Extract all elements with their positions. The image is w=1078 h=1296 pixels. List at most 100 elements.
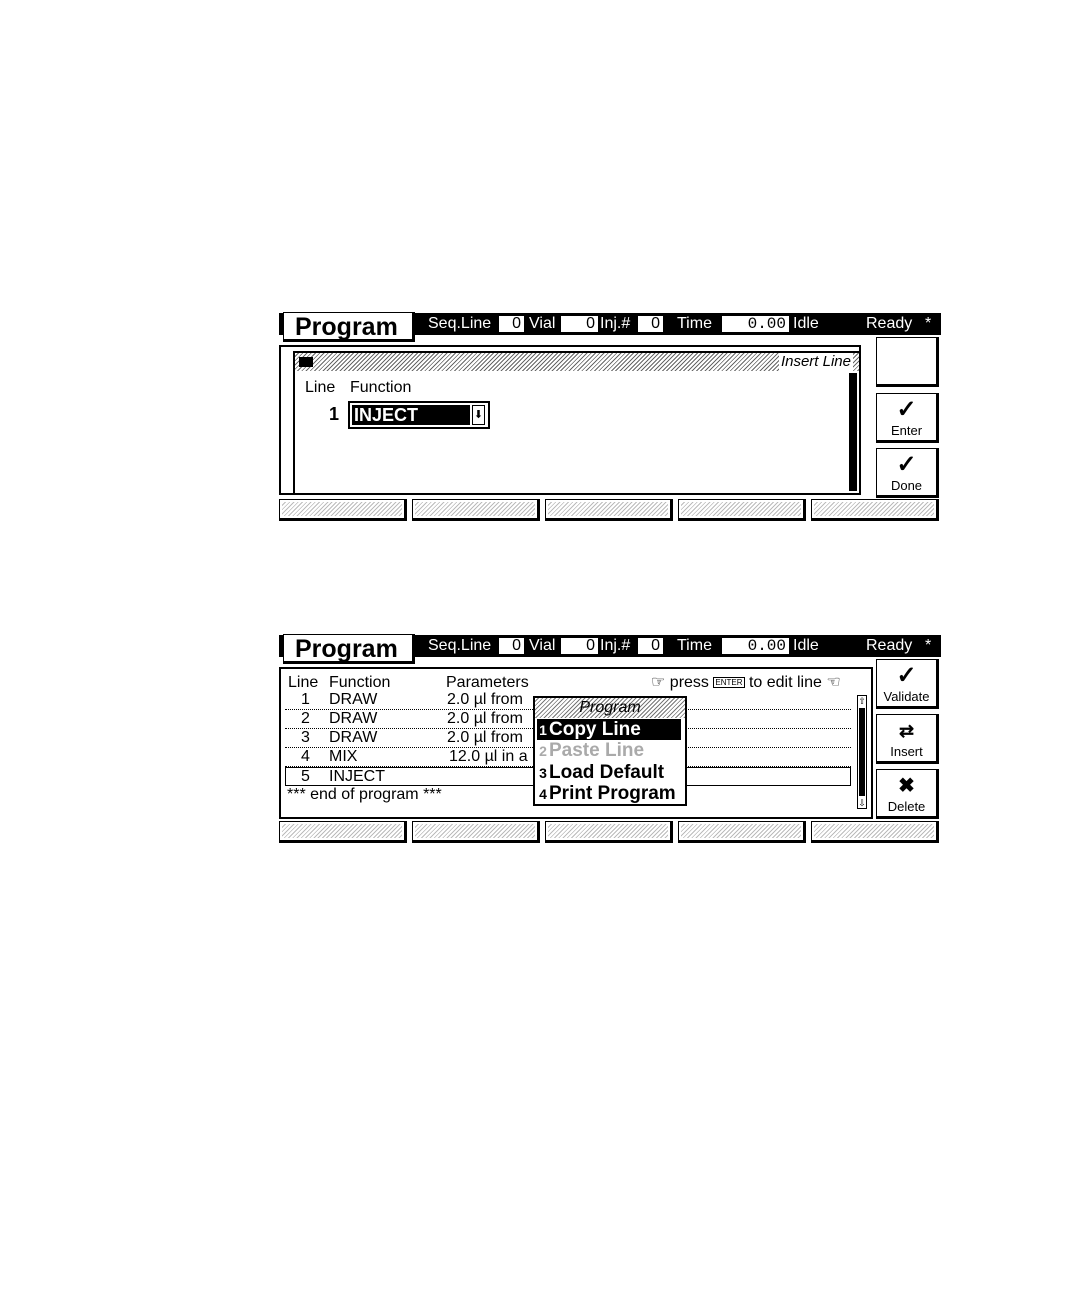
- program-list-screen: Program Seq.Line 0 Vial 0 Inj.# 0 Time 0…: [279, 634, 941, 845]
- function-select-value: INJECT: [352, 405, 470, 425]
- row-line: 1: [301, 691, 310, 708]
- softkey-4[interactable]: [678, 499, 806, 521]
- end-of-program-text: *** end of program ***: [287, 786, 442, 803]
- scroll-thumb[interactable]: [859, 708, 865, 796]
- done-button-label: Done: [890, 478, 923, 493]
- enter-button-label: Enter: [890, 423, 923, 438]
- time-label: Time: [677, 637, 712, 654]
- menu-item-print-program[interactable]: 4 Print Program: [537, 783, 681, 804]
- row-line: 5: [301, 768, 310, 785]
- check-icon: ✓: [896, 662, 917, 689]
- inj-label: Inj.#: [600, 315, 631, 332]
- dialog-scrollbar[interactable]: [849, 373, 857, 491]
- program-context-menu: Program 1 Copy Line 2 Paste Line 3 Load Def…: [533, 696, 687, 806]
- status-mark: *: [925, 637, 932, 654]
- status-text: Ready: [866, 315, 913, 332]
- column-header-function: Function: [350, 379, 412, 396]
- dropdown-arrow-icon[interactable]: ⬇: [472, 405, 485, 425]
- menu-item-label: Paste Line: [549, 740, 645, 761]
- time-label: Time: [677, 315, 712, 332]
- vial-label: Vial: [529, 315, 556, 332]
- softkey-5[interactable]: [811, 499, 939, 521]
- line-number: 1: [329, 404, 340, 424]
- dialog-close-box[interactable]: [299, 357, 313, 367]
- column-header-function: Function: [329, 674, 391, 691]
- seq-line-label: Seq.Line: [428, 315, 492, 332]
- idle-label: Idle: [793, 637, 819, 654]
- inj-value: 0: [638, 638, 663, 654]
- pointing-hand-right-icon: ☞: [651, 674, 666, 691]
- menu-item-number: 4: [539, 786, 547, 802]
- delete-button[interactable]: ✖ Delete: [876, 769, 939, 819]
- row-line: 3: [301, 729, 310, 746]
- scroll-up-icon[interactable]: ⇧: [858, 696, 866, 706]
- status-text: Ready: [866, 637, 913, 654]
- vial-label: Vial: [529, 637, 556, 654]
- seq-line-value: 0: [499, 316, 524, 332]
- table-scrollbar[interactable]: ⇧ ⇩: [857, 695, 867, 809]
- inj-value: 0: [638, 316, 663, 332]
- softkey-4[interactable]: [678, 821, 806, 843]
- row-function: DRAW: [329, 710, 378, 727]
- scroll-down-icon[interactable]: ⇩: [858, 798, 866, 808]
- status-header: Program Seq.Line 0 Vial 0 Inj.# 0 Time 0…: [279, 634, 941, 664]
- row-function: DRAW: [329, 729, 378, 746]
- enter-key-icon: ENTER: [713, 677, 745, 689]
- function-select[interactable]: INJECT ⬇: [348, 401, 490, 429]
- seq-line-value: 0: [499, 638, 524, 654]
- blank-softkey[interactable]: [876, 337, 939, 387]
- softkey-2[interactable]: [412, 821, 540, 843]
- program-table-panel: Line Function Parameters ☞ press ENTER t…: [279, 667, 873, 819]
- time-value: 0.00: [722, 638, 789, 654]
- status-mark: *: [925, 315, 932, 332]
- row-function: INJECT: [329, 768, 385, 785]
- row-params: 2.0 µl from: [447, 691, 523, 708]
- softkey-5[interactable]: [811, 821, 939, 843]
- insert-line-screen: Program Seq.Line 0 Vial 0 Inj.# 0 Time 0…: [279, 312, 941, 523]
- menu-item-label: Copy Line: [549, 719, 641, 740]
- softkey-1[interactable]: [279, 821, 407, 843]
- done-button[interactable]: ✓ Done: [876, 448, 939, 498]
- insert-button[interactable]: ⇄ Insert: [876, 714, 939, 764]
- dialog-title-bar: Insert Line: [295, 353, 859, 371]
- idle-label: Idle: [793, 315, 819, 332]
- edit-hint: ☞ press ENTER to edit line ☜: [651, 674, 841, 692]
- validate-button-label: Validate: [883, 689, 930, 704]
- row-params: 2.0 µl from: [447, 710, 523, 727]
- insert-button-label: Insert: [890, 744, 923, 759]
- page-title: Program: [283, 312, 415, 342]
- status-header: Program Seq.Line 0 Vial 0 Inj.# 0 Time 0…: [279, 312, 941, 342]
- softkey-1[interactable]: [279, 499, 407, 521]
- menu-title: Program: [535, 698, 685, 718]
- insert-line-dialog: Insert Line Line Function 1 INJECT ⬇: [293, 351, 861, 495]
- menu-item-number: 2: [539, 743, 547, 759]
- menu-item-load-default[interactable]: 3 Load Default: [537, 762, 681, 783]
- menu-item-label: Print Program: [549, 783, 676, 804]
- enter-button[interactable]: ✓ Enter: [876, 393, 939, 443]
- menu-item-paste-line[interactable]: 2 Paste Line: [537, 740, 681, 761]
- row-line: 4: [301, 748, 310, 765]
- column-header-line: Line: [305, 379, 336, 396]
- softkey-3[interactable]: [545, 821, 673, 843]
- row-params: 12.0 µl in a: [449, 748, 528, 765]
- menu-item-copy-line[interactable]: 1 Copy Line: [537, 719, 681, 740]
- seq-line-label: Seq.Line: [428, 637, 492, 654]
- time-value: 0.00: [722, 316, 789, 332]
- menu-item-label: Load Default: [549, 762, 665, 783]
- row-function: MIX: [329, 748, 358, 765]
- column-header-parameters: Parameters: [446, 674, 529, 691]
- vial-value: 0: [561, 316, 598, 332]
- softkey-3[interactable]: [545, 499, 673, 521]
- delete-button-label: Delete: [887, 799, 926, 814]
- row-params: 2.0 µl from: [447, 729, 523, 746]
- hint-rest-text: to edit line: [748, 674, 822, 691]
- hint-press-text: press: [669, 674, 709, 691]
- dialog-title: Insert Line: [778, 353, 853, 371]
- delete-icon: ✖: [898, 775, 915, 797]
- softkey-2[interactable]: [412, 499, 540, 521]
- check-icon: ✓: [896, 451, 917, 478]
- validate-button[interactable]: ✓ Validate: [876, 659, 939, 709]
- row-function: DRAW: [329, 691, 378, 708]
- menu-item-number: 1: [539, 722, 547, 738]
- vial-value: 0: [561, 638, 598, 654]
